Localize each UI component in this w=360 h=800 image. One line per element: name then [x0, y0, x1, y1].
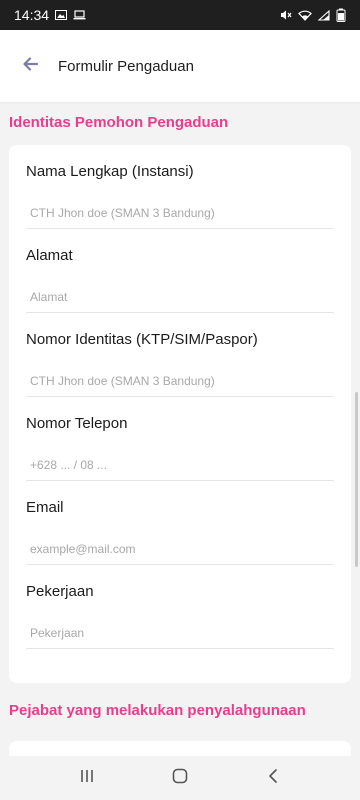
status-right: [280, 8, 346, 22]
identity-form-card: Nama Lengkap (Instansi) Alamat Nomor Ide…: [9, 145, 351, 683]
mute-icon: [280, 9, 292, 21]
image-icon: [55, 10, 68, 20]
wifi-icon: [298, 10, 312, 21]
status-time: 14:34: [14, 7, 50, 23]
email-input[interactable]: [26, 539, 334, 565]
recent-apps-icon: [79, 769, 95, 788]
signal-icon: [318, 9, 330, 21]
field-label: Pekerjaan: [26, 583, 94, 600]
status-bar: 14:34: [0, 0, 360, 30]
field-nomor-telepon: Nomor Telepon: [26, 397, 334, 481]
field-nama-lengkap: Nama Lengkap (Instansi): [26, 145, 334, 229]
section-title-identity: Identitas Pemohon Pengaduan: [9, 114, 229, 131]
arrow-left-icon: [22, 56, 39, 76]
recent-apps-button[interactable]: [67, 758, 107, 798]
home-button[interactable]: [160, 758, 200, 798]
status-left: 14:34: [14, 7, 86, 23]
field-label: Email: [26, 499, 64, 516]
field-label: Nomor Telepon: [26, 415, 128, 432]
back-nav-button[interactable]: [253, 758, 293, 798]
app-bar: Formulir Pengaduan: [0, 30, 360, 102]
field-label: Nama Lengkap (Instansi): [26, 163, 194, 180]
back-button[interactable]: [16, 52, 44, 80]
field-alamat: Alamat: [26, 229, 334, 313]
pekerjaan-input[interactable]: [26, 623, 334, 649]
nomor-telepon-input[interactable]: [26, 455, 334, 481]
page-title: Formulir Pengaduan: [58, 57, 194, 75]
field-label: Nomor Identitas (KTP/SIM/Paspor): [26, 331, 258, 348]
field-nomor-identitas: Nomor Identitas (KTP/SIM/Paspor): [26, 313, 334, 397]
field-label: Alamat: [26, 247, 73, 264]
system-nav-bar: [0, 756, 360, 800]
battery-icon: [336, 8, 346, 22]
alamat-input[interactable]: [26, 287, 334, 313]
section-title-official: Pejabat yang melakukan penyalahgunaan: [9, 702, 306, 719]
nama-lengkap-input[interactable]: [26, 203, 334, 229]
field-email: Email: [26, 481, 334, 565]
field-pekerjaan: Pekerjaan: [26, 565, 334, 649]
chevron-left-icon: [268, 768, 278, 789]
laptop-icon: [73, 10, 86, 20]
home-icon: [172, 768, 188, 789]
nomor-identitas-input[interactable]: [26, 371, 334, 397]
scrollbar[interactable]: [355, 392, 358, 567]
